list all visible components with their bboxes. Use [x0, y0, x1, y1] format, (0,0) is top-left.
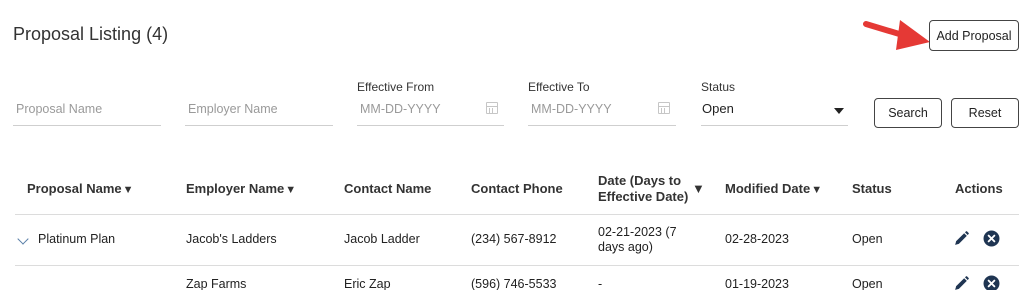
cell-date: 02-21-2023 (7 days ago)	[598, 225, 677, 255]
col-header-modified-date[interactable]: Modified Date▼	[725, 181, 822, 196]
cell-modified-date: 01-19-2023	[725, 277, 789, 290]
status-selected-value: Open	[702, 101, 734, 116]
page-title: Proposal Listing (4)	[13, 24, 169, 44]
effective-to-field[interactable]: Effective To MM-DD-YYYY	[528, 78, 676, 126]
col-header-label: Modified Date	[725, 181, 811, 196]
field-underline	[528, 125, 676, 126]
col-header-status: Status	[852, 181, 892, 196]
proposal-name-field[interactable]: Proposal Name	[13, 78, 161, 126]
col-header-label: Effective Date)	[598, 189, 689, 204]
effective-from-field[interactable]: Effective From MM-DD-YYYY	[357, 78, 504, 126]
field-underline	[701, 125, 848, 126]
calendar-icon[interactable]	[486, 102, 498, 114]
field-underline	[185, 125, 333, 126]
sort-icon[interactable]: ▼	[123, 184, 134, 196]
col-header-actions: Actions	[955, 181, 1003, 196]
red-arrow-annotation	[863, 20, 930, 50]
col-header-date[interactable]: Date (Days to Effective Date)	[598, 173, 688, 205]
col-header-label: Proposal Name	[27, 181, 122, 196]
close-circle-icon[interactable]	[983, 275, 1000, 290]
status-label: Status	[701, 80, 736, 94]
row-divider	[15, 265, 1019, 266]
employer-name-placeholder: Employer Name	[188, 102, 278, 116]
employer-name-field[interactable]: Employer Name	[185, 78, 333, 126]
field-underline	[13, 125, 161, 126]
col-header-label: Employer Name	[186, 181, 285, 196]
calendar-icon[interactable]	[658, 102, 670, 114]
cell-status: Open	[852, 232, 883, 246]
dropdown-caret-icon[interactable]	[834, 108, 844, 114]
cell-contact-phone: (596) 746-5533	[471, 277, 557, 290]
cell-contact-name: Eric Zap	[344, 277, 391, 290]
cell-status: Open	[852, 277, 883, 290]
pencil-icon[interactable]	[953, 275, 970, 290]
cell-contact-phone: (234) 567-8912	[471, 232, 557, 246]
close-circle-icon[interactable]	[983, 230, 1000, 247]
cell-employer-name: Zap Farms	[186, 277, 247, 290]
col-header-contact-phone: Contact Phone	[471, 181, 563, 196]
col-header-contact-name: Contact Name	[344, 181, 432, 196]
sort-icon[interactable]: ▼	[285, 184, 296, 196]
sort-icon[interactable]: ▼	[811, 184, 822, 196]
chevron-down-icon[interactable]	[17, 233, 29, 245]
col-header-proposal-name[interactable]: Proposal Name▼	[27, 181, 134, 196]
cell-proposal-name: Platinum Plan	[38, 232, 116, 246]
sort-icon[interactable]: ▼	[692, 181, 705, 196]
pencil-icon[interactable]	[953, 230, 970, 247]
cell-modified-date: 02-28-2023	[725, 232, 789, 246]
effective-to-placeholder: MM-DD-YYYY	[531, 102, 612, 116]
cell-date: -	[598, 277, 603, 290]
search-button[interactable]: Search	[874, 98, 942, 128]
effective-from-placeholder: MM-DD-YYYY	[360, 102, 441, 116]
proposal-name-placeholder: Proposal Name	[16, 102, 103, 116]
cell-date-line: 02-21-2023 (7	[598, 225, 677, 239]
effective-to-label: Effective To	[528, 80, 590, 94]
cell-employer-name: Jacob's Ladders	[186, 232, 277, 246]
table-header-divider	[15, 214, 1019, 215]
add-proposal-button[interactable]: Add Proposal	[929, 20, 1019, 51]
status-select[interactable]: Status Open	[701, 78, 848, 126]
cell-contact-name: Jacob Ladder	[344, 232, 420, 246]
col-header-employer-name[interactable]: Employer Name▼	[186, 181, 296, 196]
reset-button[interactable]: Reset	[951, 98, 1019, 128]
cell-date-line: days ago)	[598, 240, 653, 254]
effective-from-label: Effective From	[357, 80, 435, 94]
field-underline	[357, 125, 504, 126]
col-header-label: Date (Days to	[598, 173, 682, 188]
